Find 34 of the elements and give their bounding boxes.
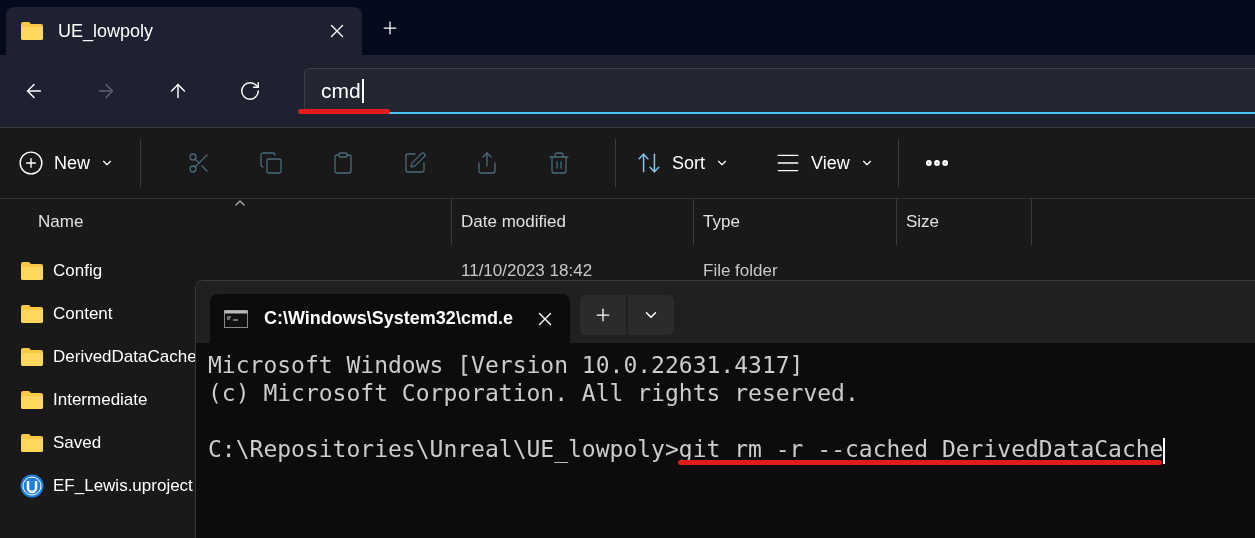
- console-icon: [224, 309, 248, 328]
- plus-circle-icon: [18, 150, 44, 176]
- file-name[interactable]: Saved: [53, 432, 102, 453]
- file-name[interactable]: Config: [53, 260, 103, 281]
- console-output: Microsoft Windows [Version 10.0.22631.4317]: [208, 352, 804, 378]
- type-cell: File folder: [703, 260, 778, 280]
- refresh-icon[interactable]: [238, 79, 262, 103]
- sort-button[interactable]: Sort: [636, 150, 730, 176]
- new-button[interactable]: New: [18, 150, 114, 176]
- column-header[interactable]: Date modified: [461, 212, 566, 232]
- tab-title: UE_lowpoly: [58, 20, 155, 42]
- folder-icon: [20, 260, 44, 281]
- folder-icon: [20, 432, 44, 453]
- column-header[interactable]: Type: [703, 212, 740, 232]
- file-name[interactable]: EF_Lewis.uproject: [53, 475, 193, 496]
- file-name[interactable]: DerivedDataCache: [53, 346, 197, 367]
- terminal-tab[interactable]: C:\Windows\System32\cmd.e: [210, 294, 570, 343]
- explorer-tab[interactable]: UE_lowpoly: [6, 7, 362, 55]
- file-name[interactable]: Content: [53, 303, 113, 324]
- folder-icon: [20, 303, 44, 324]
- terminal-tab-title: C:\Windows\System32\cmd.e: [264, 308, 514, 329]
- view-button[interactable]: View: [775, 150, 874, 176]
- project-icon: [20, 473, 44, 498]
- folder-icon: [20, 389, 44, 410]
- new-tab-button[interactable]: [580, 295, 626, 335]
- column-header[interactable]: Name: [38, 212, 84, 232]
- column-header[interactable]: Size: [906, 212, 940, 232]
- file-name[interactable]: Intermediate: [53, 389, 148, 410]
- folder-icon: [20, 21, 44, 41]
- date-cell: 11/10/2023 18:42: [461, 260, 593, 280]
- console-output: (c) Microsoft Corporation. All rights reserved.: [208, 380, 859, 406]
- console-prompt: C:\Repositories\Unreal\UE_lowpoly>: [208, 436, 679, 462]
- folder-icon: [20, 346, 44, 367]
- address-field[interactable]: cmd: [304, 68, 1255, 114]
